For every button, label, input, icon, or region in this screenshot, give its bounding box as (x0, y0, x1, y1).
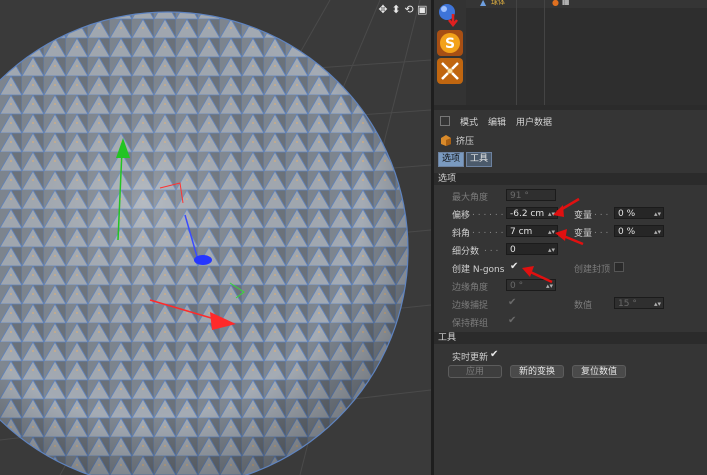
realtime-update-label: 实时更新 (452, 353, 489, 363)
row-create-ngons: 创建 N-gons ✔ 创建封顶 (434, 260, 707, 276)
edge-angle-label: 边缘角度 (452, 283, 489, 293)
tool-palette: S (434, 0, 466, 105)
tab-tool[interactable]: 工具 (466, 152, 493, 167)
value-label: 数值 (574, 301, 593, 311)
row-edge-angle: 边缘角度 0 ° ▴▾ (434, 278, 707, 294)
object-name[interactable]: 球体 (491, 0, 505, 7)
create-caps-checkbox[interactable] (614, 262, 624, 272)
create-caps-label: 创建封顶 (574, 265, 611, 275)
attribute-menu-bar: 模式 编辑 用户数据 (434, 113, 552, 129)
value-field: 15 ° ▴▾ (614, 297, 664, 309)
bevel-variation-field[interactable]: 0 % ▴▾ (614, 225, 664, 237)
realtime-update-checkbox[interactable]: ✔ (490, 350, 500, 360)
tab-options[interactable]: 选项 (438, 152, 465, 167)
offset-label: 偏移 (452, 211, 471, 221)
move-view-icon[interactable]: ✥ (378, 4, 388, 16)
max-angle-label: 最大角度 (452, 193, 489, 203)
object-title: 挤压 (440, 134, 474, 147)
menu-mode[interactable]: 模式 (460, 115, 478, 128)
object-manager[interactable]: ▲ 球体 ● ▦ (466, 0, 707, 105)
svg-text:S: S (445, 36, 455, 52)
row-keep-groups: 保持群组 ✔ (434, 314, 707, 330)
extrude-cube-icon (441, 135, 451, 146)
annotation-arrow-ngons (522, 266, 553, 284)
checker-tag-icon[interactable]: ▦ (562, 0, 570, 6)
keep-groups-label: 保持群组 (452, 319, 489, 329)
offset-variation-field[interactable]: 0 % ▴▾ (614, 207, 664, 219)
subdivision-s-icon[interactable]: S (437, 30, 463, 56)
menu-edit[interactable]: 编辑 (488, 115, 506, 128)
options-section-header[interactable]: 选项 (434, 173, 707, 185)
create-ngons-label: 创建 N-gons (452, 265, 505, 275)
apply-button[interactable]: 应用 (448, 365, 502, 378)
rotate-view-icon[interactable]: ⟲ (404, 4, 414, 16)
subdivision-label: 细分数 (452, 247, 480, 257)
zoom-view-icon[interactable]: ⬍ (391, 4, 401, 16)
edge-snap-label: 边缘捕捉 (452, 301, 489, 311)
bevel-label: 斜角 (452, 229, 471, 239)
divider (516, 0, 517, 105)
object-row[interactable]: ▲ 球体 ● ▦ (466, 0, 707, 105)
visibility-dot-icon[interactable]: ● (552, 0, 559, 7)
object-icon: ▲ (480, 0, 487, 7)
row-realtime-update: 实时更新 ✔ (434, 348, 707, 364)
annotation-arrows (553, 197, 584, 246)
tool-section-header[interactable]: 工具 (434, 332, 707, 344)
maximize-view-icon[interactable]: ▣ (417, 4, 427, 16)
reset-values-button[interactable]: 复位数值 (572, 365, 626, 378)
row-edge-snap: 边缘捕捉 ✔ 数值 15 ° ▴▾ (434, 296, 707, 312)
viewport-nav: ✥ ⬍ ⟲ ▣ (378, 4, 427, 16)
menu-user-data[interactable]: 用户数据 (516, 115, 552, 128)
viewport-scene (0, 0, 431, 475)
extrude-tool-icon[interactable] (437, 58, 463, 84)
3d-viewport[interactable]: ✥ ⬍ ⟲ ▣ (0, 0, 431, 475)
attribute-manager: 模式 编辑 用户数据 挤压 选项 工具 选项 最大角度 91 ° 偏移 . . … (434, 110, 707, 475)
attribute-tabs: 选项 工具 (438, 152, 493, 167)
sphere-object-icon[interactable] (437, 2, 463, 28)
divider (544, 0, 545, 105)
new-transform-button[interactable]: 新的变换 (510, 365, 564, 378)
object-title-label: 挤压 (456, 137, 475, 147)
keep-groups-checkbox: ✔ (508, 315, 517, 326)
edge-snap-checkbox: ✔ (508, 297, 517, 308)
grip-icon[interactable] (440, 116, 450, 126)
